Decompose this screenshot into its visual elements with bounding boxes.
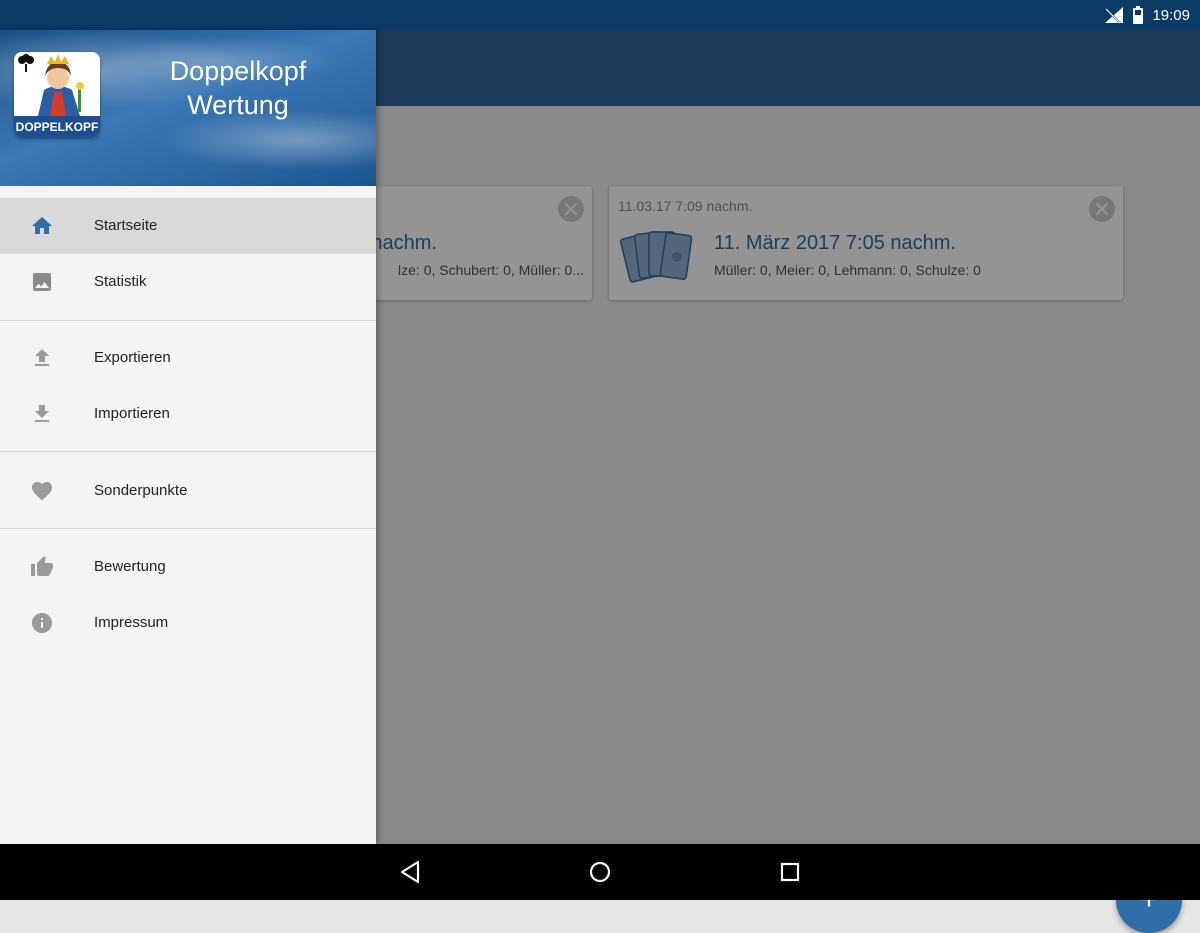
menu-item-exportieren[interactable]: Exportieren — [0, 330, 376, 386]
app-name-line1: Doppelkopf — [169, 56, 307, 86]
download-icon — [35, 405, 49, 422]
drawer-divider — [0, 320, 376, 321]
back-icon[interactable] — [394, 856, 426, 888]
upload-icon — [35, 349, 49, 366]
menu-item-bewertung[interactable]: Bewertung — [0, 539, 376, 595]
menu-item-label: Statistik — [94, 273, 147, 290]
menu-item-label: Startseite — [94, 217, 158, 234]
home-nav-icon[interactable] — [584, 856, 616, 888]
navigation-drawer: DOPPELKOPF Doppelkopf Wertung Startseite… — [0, 30, 376, 844]
menu-item-startseite[interactable]: Startseite — [0, 198, 376, 254]
menu-item-statistik[interactable]: Statistik — [0, 254, 376, 310]
menu-item-impressum[interactable]: Impressum — [0, 595, 376, 651]
status-bar: 19:09 — [0, 0, 1200, 30]
menu-item-sonderpunkte[interactable]: Sonderpunkte — [0, 463, 376, 519]
menu-item-label: Exportieren — [94, 349, 171, 366]
app-name-line2: Wertung — [187, 90, 289, 120]
queen-card-icon — [14, 52, 100, 116]
logo-label: DOPPELKOPF — [14, 116, 100, 138]
menu-item-label: Bewertung — [94, 558, 166, 575]
menu-item-label: Impressum — [94, 614, 169, 631]
thumbs-up-icon — [31, 556, 53, 576]
battery-icon — [1133, 6, 1144, 24]
drawer-divider — [0, 528, 376, 529]
image-icon — [33, 273, 51, 291]
home-icon — [32, 217, 52, 234]
drawer-divider — [0, 451, 376, 452]
drawer-header: DOPPELKOPF Doppelkopf Wertung — [0, 30, 376, 186]
app-name: Doppelkopf Wertung — [150, 54, 326, 122]
clock: 19:09 — [1152, 6, 1190, 24]
menu-item-label: Importieren — [94, 405, 170, 422]
app-logo: DOPPELKOPF — [14, 52, 100, 138]
recents-icon[interactable] — [774, 856, 806, 888]
info-icon — [32, 613, 52, 633]
signal-icon — [1105, 7, 1124, 24]
menu-item-importieren[interactable]: Importieren — [0, 386, 376, 442]
heart-icon — [32, 482, 52, 501]
menu-item-label: Sonderpunkte — [94, 482, 188, 499]
status-icons: 19:09 — [1104, 0, 1190, 30]
system-nav-bar — [0, 844, 1200, 900]
